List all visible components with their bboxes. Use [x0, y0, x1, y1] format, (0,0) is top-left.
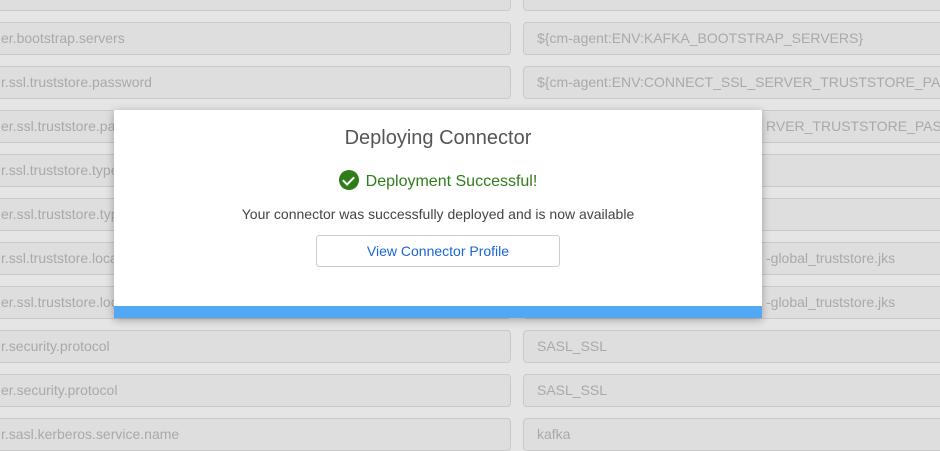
success-message: Your connector was successfully deployed…: [241, 206, 635, 222]
deploy-modal: Deploying Connector Deployment Successfu…: [114, 110, 762, 318]
progress-bar: [114, 306, 762, 318]
config-row: r.security.protocol SASL_SSL: [0, 330, 940, 363]
config-key-input[interactable]: er.security.protocol: [0, 374, 511, 407]
success-status: Deployment Successful!: [114, 170, 762, 191]
config-value-input[interactable]: ${cm-agent:ENV:KAFKA_BOOTSTRAP_SERVERS}: [523, 22, 940, 55]
config-key-input[interactable]: r.security.protocol: [0, 330, 511, 363]
config-value-input[interactable]: [523, 0, 940, 11]
check-circle-icon: [338, 170, 359, 190]
config-key-input[interactable]: r.sasl.kerberos.service.name: [0, 418, 511, 451]
config-key-input[interactable]: r.ssl.truststore.password: [0, 66, 511, 99]
config-row: [0, 0, 940, 11]
config-row: er.security.protocol SASL_SSL: [0, 374, 940, 407]
config-key-input[interactable]: er.bootstrap.servers: [0, 22, 511, 55]
config-row: er.bootstrap.servers ${cm-agent:ENV:KAFK…: [0, 22, 940, 55]
modal-title: Deploying Connector: [344, 127, 532, 149]
config-value-input[interactable]: SASL_SSL: [523, 374, 940, 407]
view-connector-profile-button[interactable]: View Connector Profile: [316, 235, 560, 267]
success-text: Deployment Successful!: [365, 173, 538, 190]
config-value-input[interactable]: SASL_SSL: [523, 330, 940, 363]
config-row: r.ssl.truststore.password ${cm-agent:ENV…: [0, 66, 940, 99]
config-key-input[interactable]: [0, 0, 511, 11]
config-value-input[interactable]: kafka: [523, 418, 940, 451]
config-value-input[interactable]: ${cm-agent:ENV:CONNECT_SSL_SERVER_TRUSTS…: [523, 66, 940, 99]
config-row: r.sasl.kerberos.service.name kafka: [0, 418, 940, 451]
